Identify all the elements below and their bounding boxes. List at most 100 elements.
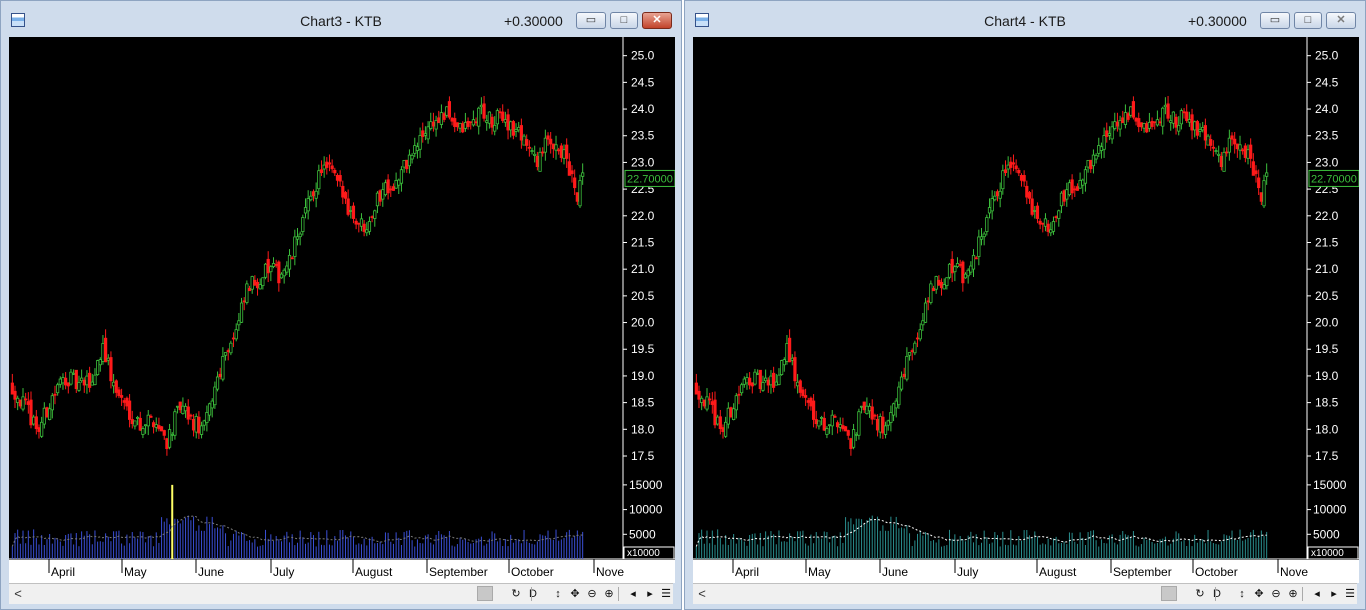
candle-body (995, 191, 1000, 197)
candle-body (29, 399, 33, 426)
menu-icon[interactable]: ☰ (659, 585, 673, 603)
candle-body (245, 283, 249, 303)
chart-canvas[interactable]: 25.0 24.5 24.0 23.5 23.0 22.5 22.0 21.5 21.0 20.5… (693, 37, 1359, 583)
candle-body (1201, 126, 1205, 131)
scroll-thumb[interactable] (477, 586, 493, 601)
candle-body (811, 400, 816, 420)
candle-body (189, 414, 193, 417)
menu-icon[interactable]: ☰ (1343, 585, 1357, 603)
candle-body (303, 207, 308, 214)
candle-body (918, 329, 922, 340)
candle-body (341, 185, 345, 198)
candle-body (351, 205, 356, 219)
candle-body (694, 382, 698, 395)
candle-body (1225, 151, 1229, 154)
refresh-icon[interactable]: ↻ (1193, 585, 1207, 603)
candle-body (493, 124, 497, 132)
candle-body (1259, 192, 1263, 202)
zoom-in-icon[interactable]: ⊕ (1286, 585, 1300, 603)
candle-body (16, 397, 20, 403)
price-tick-label: 24.5 (1315, 75, 1339, 89)
candle-body (549, 138, 553, 145)
zoom-out-icon[interactable]: ⊖ (585, 585, 599, 603)
candle-body (197, 416, 201, 434)
candle-body (1083, 169, 1088, 184)
candle-body (817, 420, 821, 427)
volume-tick-label: 10000 (629, 503, 663, 517)
vertical-scale-icon[interactable]: ↕ (1235, 585, 1249, 603)
scroll-back-icon[interactable]: ◂ (626, 585, 640, 603)
chart3-window[interactable]: Chart3 - KTB +0.30000 ▭ □ ✕ 25.0 24.5 24.0… (0, 0, 682, 610)
chart-svg[interactable]: 25.024.524.023.523.022.522.021.521.020.5… (9, 37, 675, 583)
maximize-button[interactable]: □ (610, 12, 638, 29)
candle-body (581, 172, 585, 177)
candle-body (947, 263, 952, 278)
maximize-button[interactable]: □ (1294, 12, 1322, 29)
candle-body (343, 192, 348, 199)
scroll-thumb[interactable] (1161, 586, 1177, 601)
pan-icon[interactable]: ✥ (568, 585, 582, 603)
volume-tick-label: 5000 (629, 527, 656, 541)
scroll-left-icon[interactable]: < (11, 585, 25, 602)
title-bar[interactable]: Chart3 - KTB +0.30000 ▭ □ ✕ (1, 1, 681, 37)
scroll-forward-icon[interactable]: ▸ (1327, 585, 1341, 603)
candle-body (742, 378, 746, 385)
candle-body (165, 438, 169, 449)
candle-body (1033, 210, 1037, 212)
candle-body (1070, 179, 1074, 194)
candle-body (851, 429, 856, 448)
scroll-back-icon[interactable]: ◂ (1310, 585, 1324, 603)
price-tick-label: 20.5 (1315, 289, 1339, 303)
title-bar[interactable]: Chart4 - KTB +0.30000 ▭ □ ✕ (685, 1, 1365, 37)
candle-body (772, 372, 776, 388)
close-button[interactable]: ✕ (642, 12, 672, 29)
candle-body (766, 379, 770, 386)
refresh-icon[interactable]: ↻ (509, 585, 523, 603)
candle-body (13, 390, 17, 400)
candle-body (317, 170, 321, 190)
candle-body (455, 122, 460, 128)
minimize-button[interactable]: ▭ (1260, 12, 1290, 29)
candle-body (894, 400, 898, 409)
candle-body (239, 302, 244, 323)
vertical-scale-icon[interactable]: ↕ (551, 585, 565, 603)
month-label: October (511, 565, 554, 579)
period-icon[interactable]: D (526, 585, 540, 603)
candle-body (1238, 144, 1242, 151)
zoom-out-icon[interactable]: ⊖ (1269, 585, 1283, 603)
candle-body (830, 414, 834, 427)
zoom-in-icon[interactable]: ⊕ (602, 585, 616, 603)
candle-body (841, 425, 845, 430)
candle-body (477, 107, 481, 127)
candle-body (1035, 205, 1040, 219)
candle-body (519, 125, 523, 141)
candle-body (237, 320, 241, 326)
close-button[interactable]: ✕ (1326, 12, 1356, 29)
period-icon[interactable]: D (1210, 585, 1224, 603)
candle-body (514, 129, 518, 132)
chart-svg[interactable]: 25.024.524.023.523.022.522.021.521.020.5… (693, 37, 1359, 583)
chart-canvas[interactable]: 25.0 24.5 24.0 23.5 23.0 22.5 22.0 21.5 21.0 20.5… (9, 37, 675, 583)
candle-body (178, 401, 182, 411)
candle-body (867, 405, 872, 412)
scroll-left-icon[interactable]: < (695, 585, 709, 602)
candle-body (370, 216, 374, 219)
candle-body (463, 122, 468, 129)
pan-icon[interactable]: ✥ (1252, 585, 1266, 603)
candle-body (835, 422, 840, 428)
price-tick-label: 23.5 (1315, 129, 1339, 143)
candle-body (133, 420, 137, 427)
candle-body (1211, 146, 1215, 149)
candle-body (793, 357, 797, 382)
candle-body (522, 135, 526, 146)
minimize-button[interactable]: ▭ (576, 12, 606, 29)
candle-body (769, 375, 773, 386)
candle-body (1102, 135, 1106, 150)
scroll-forward-icon[interactable]: ▸ (643, 585, 657, 603)
candle-body (223, 352, 228, 356)
chart4-window[interactable]: Chart4 - KTB +0.30000 ▭ □ ✕ 25.0 24.5 24.0… (684, 0, 1366, 610)
candle-body (85, 375, 89, 386)
candle-body (450, 117, 454, 122)
candle-body (255, 281, 260, 289)
candle-body (226, 350, 230, 352)
